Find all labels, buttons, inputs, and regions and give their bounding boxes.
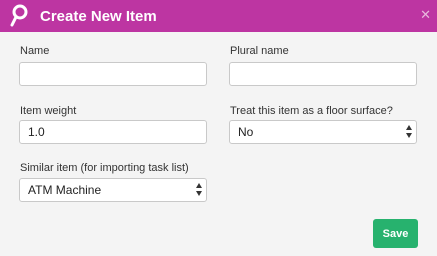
dialog-header: Create New Item ✕ xyxy=(0,0,437,32)
magnifier-icon xyxy=(8,4,32,28)
plural-name-input[interactable] xyxy=(229,62,417,86)
dialog-body: Name Plural name Item weight 1.0 Treat t… xyxy=(0,32,437,256)
close-icon[interactable]: ✕ xyxy=(420,7,431,23)
item-weight-label: Item weight xyxy=(20,105,77,117)
name-label: Name xyxy=(20,45,50,57)
select-arrows-icon xyxy=(196,183,202,196)
similar-item-label: Similar item (for importing task list) xyxy=(20,162,189,174)
similar-item-value: ATM Machine xyxy=(28,183,102,197)
name-input[interactable] xyxy=(19,62,207,86)
plural-name-label: Plural name xyxy=(230,45,289,57)
floor-surface-value: No xyxy=(238,125,254,139)
dialog-title: Create New Item xyxy=(40,7,157,25)
floor-surface-select[interactable]: No xyxy=(229,120,417,144)
item-weight-input[interactable]: 1.0 xyxy=(19,120,207,144)
save-button[interactable]: Save xyxy=(373,219,418,248)
similar-item-select[interactable]: ATM Machine xyxy=(19,178,207,202)
floor-surface-label: Treat this item as a floor surface? xyxy=(230,105,393,117)
select-arrows-icon xyxy=(406,125,412,138)
